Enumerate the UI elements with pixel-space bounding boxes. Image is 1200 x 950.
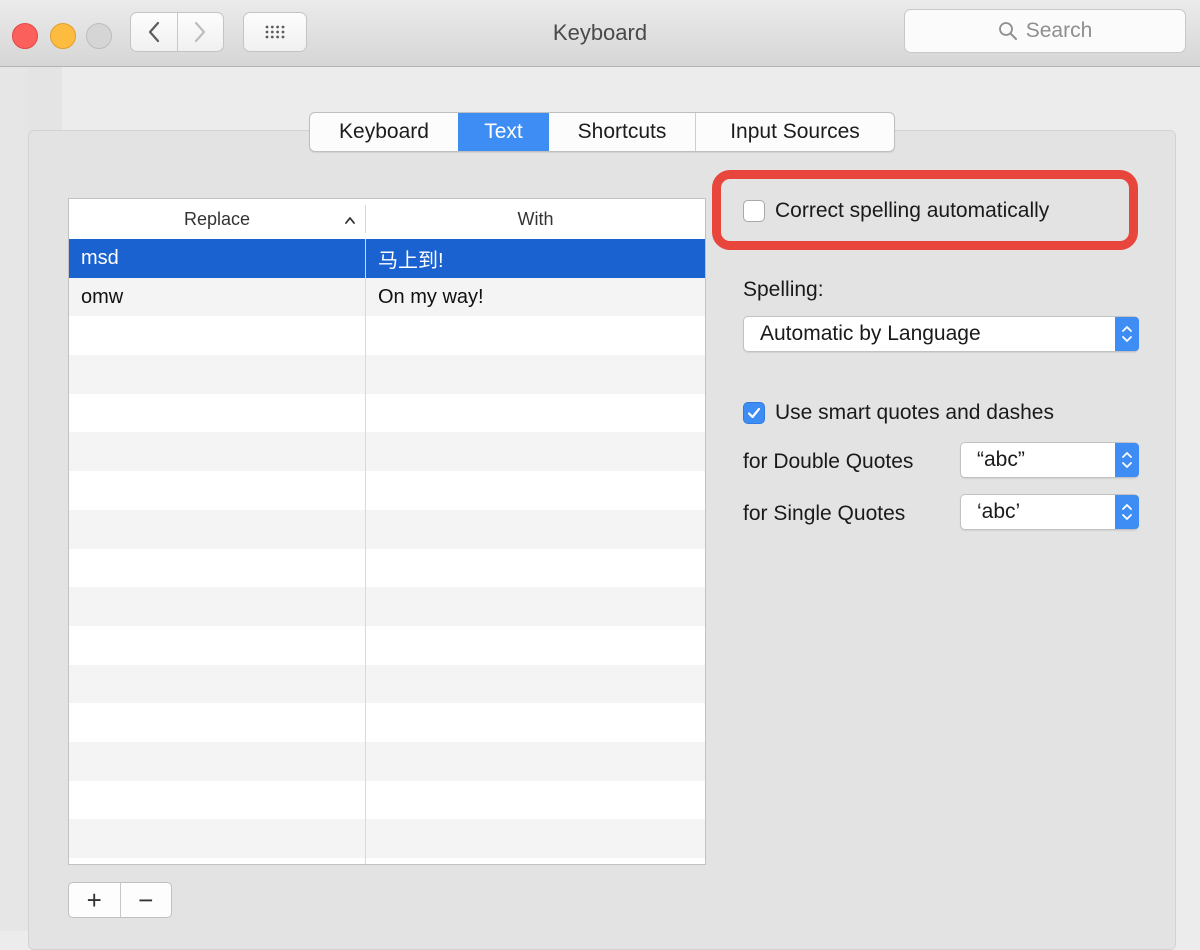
empty-row bbox=[69, 394, 705, 433]
window-left-edge bbox=[0, 67, 28, 931]
empty-row bbox=[69, 471, 705, 510]
single-quotes-value: ‘abc’ bbox=[977, 500, 1021, 523]
minus-icon: − bbox=[138, 885, 154, 915]
navigation-buttons bbox=[130, 12, 224, 52]
add-button[interactable]: + bbox=[69, 883, 120, 917]
empty-row bbox=[69, 741, 705, 781]
search-field[interactable]: Search bbox=[904, 9, 1186, 53]
empty-row bbox=[69, 703, 705, 742]
popup-arrows-icon bbox=[1115, 443, 1139, 477]
empty-row bbox=[69, 587, 705, 626]
with-cell: 马上到! bbox=[378, 249, 444, 272]
smart-quotes-checkbox-row[interactable]: Use smart quotes and dashes bbox=[743, 401, 1054, 425]
empty-row bbox=[69, 509, 705, 549]
tab-keyboard[interactable]: Keyboard bbox=[310, 113, 458, 151]
empty-row bbox=[69, 781, 705, 820]
tab-text[interactable]: Text bbox=[458, 113, 548, 151]
search-placeholder: Search bbox=[1025, 19, 1093, 42]
text-replacement-table: Replace With msd 马上到! omw On my way! bbox=[68, 198, 706, 865]
empty-row bbox=[69, 316, 705, 355]
table-row[interactable]: omw On my way! bbox=[69, 277, 705, 317]
smart-quotes-checkbox[interactable] bbox=[743, 402, 765, 424]
correct-spelling-checkbox[interactable] bbox=[743, 200, 765, 222]
table-header: Replace With bbox=[69, 199, 705, 240]
single-quotes-popup[interactable]: ‘abc’ bbox=[960, 494, 1139, 530]
column-header-with[interactable]: With bbox=[366, 199, 705, 239]
empty-row bbox=[69, 355, 705, 394]
table-row[interactable]: msd 马上到! bbox=[69, 239, 705, 278]
checkmark-icon bbox=[747, 407, 761, 419]
correct-spelling-checkbox-row[interactable]: Correct spelling automatically bbox=[743, 199, 1049, 223]
with-cell: On my way! bbox=[378, 285, 484, 308]
tab-shortcuts[interactable]: Shortcuts bbox=[548, 113, 695, 151]
grid-icon bbox=[265, 25, 285, 39]
replace-cell: omw bbox=[81, 285, 124, 308]
double-quotes-label: for Double Quotes bbox=[743, 450, 914, 473]
back-button[interactable] bbox=[131, 13, 177, 51]
empty-row bbox=[69, 432, 705, 472]
empty-row bbox=[69, 664, 705, 704]
spelling-language-popup[interactable]: Automatic by Language bbox=[743, 316, 1139, 352]
column-divider bbox=[365, 239, 366, 864]
single-quotes-label: for Single Quotes bbox=[743, 502, 906, 525]
plus-icon: + bbox=[86, 885, 102, 915]
search-icon bbox=[998, 22, 1017, 40]
column-header-replace-label: Replace bbox=[183, 208, 251, 229]
spelling-label: Spelling: bbox=[743, 278, 824, 301]
double-quotes-popup[interactable]: “abc” bbox=[960, 442, 1139, 478]
empty-row bbox=[69, 819, 705, 858]
forward-button[interactable] bbox=[176, 13, 224, 51]
minimize-window-button[interactable] bbox=[50, 23, 76, 49]
double-quotes-value: “abc” bbox=[977, 448, 1025, 471]
empty-row bbox=[69, 626, 705, 665]
close-window-button[interactable] bbox=[12, 23, 38, 49]
replace-cell: msd bbox=[81, 246, 119, 269]
table-body: msd 马上到! omw On my way! bbox=[69, 239, 705, 858]
remove-button[interactable]: − bbox=[119, 883, 172, 917]
spelling-language-value: Automatic by Language bbox=[760, 322, 981, 345]
add-remove-buttons: + − bbox=[68, 882, 172, 918]
zoom-window-button[interactable] bbox=[86, 23, 112, 49]
tab-bar: Keyboard Text Shortcuts Input Sources bbox=[309, 112, 895, 152]
correct-spelling-label: Correct spelling automatically bbox=[775, 199, 1050, 222]
popup-arrows-icon bbox=[1115, 495, 1139, 529]
chevron-right-icon bbox=[195, 21, 206, 43]
smart-quotes-label: Use smart quotes and dashes bbox=[775, 401, 1054, 424]
window-left-edge-upper bbox=[28, 67, 62, 132]
window-title: Keyboard bbox=[552, 20, 648, 45]
sort-ascending-icon bbox=[345, 217, 355, 224]
empty-row bbox=[69, 549, 705, 588]
column-header-with-label: With bbox=[517, 208, 554, 229]
window-titlebar: Keyboard Search bbox=[0, 0, 1200, 67]
chevron-left-icon bbox=[148, 21, 159, 43]
tab-input-sources[interactable]: Input Sources bbox=[695, 113, 894, 151]
popup-arrows-icon bbox=[1115, 317, 1139, 351]
show-all-button[interactable] bbox=[243, 12, 307, 52]
column-header-replace[interactable]: Replace bbox=[69, 199, 365, 239]
